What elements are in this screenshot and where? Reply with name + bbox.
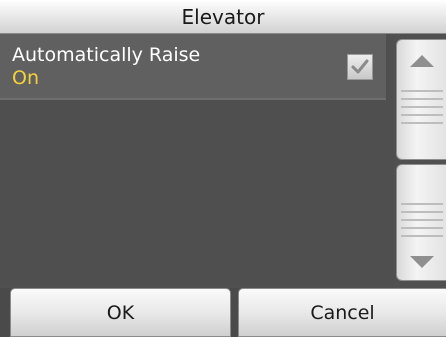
cancel-button[interactable]: Cancel	[238, 288, 446, 337]
grip-line	[401, 211, 443, 213]
setting-label: Automatically Raise	[12, 44, 201, 66]
grip-line	[401, 235, 443, 237]
automatically-raise-checkbox[interactable]	[347, 54, 373, 80]
grip-line	[401, 114, 443, 116]
setting-automatically-raise[interactable]: Automatically Raise On	[0, 34, 386, 100]
checkmark-icon	[351, 59, 369, 74]
button-bar: OK Cancel	[0, 288, 446, 337]
page-title: Elevator	[181, 4, 265, 29]
arrow-down-icon	[410, 256, 434, 268]
grip-line	[401, 98, 443, 100]
scroll-up-button[interactable]	[396, 39, 446, 160]
grip-line	[401, 122, 443, 124]
elevator-screen: Elevator Automatically Raise On OK Cance…	[0, 0, 446, 337]
setting-value: On	[12, 67, 39, 89]
ok-button[interactable]: OK	[10, 288, 231, 337]
arrow-up-icon	[410, 55, 434, 67]
scroll-down-button[interactable]	[396, 164, 446, 281]
grip-line	[401, 219, 443, 221]
grip-line	[401, 203, 443, 205]
grip-line	[401, 106, 443, 108]
settings-list: Automatically Raise On	[0, 34, 393, 285]
title-bar: Elevator	[0, 0, 446, 34]
grip-line	[401, 90, 443, 92]
grip-line	[401, 227, 443, 229]
